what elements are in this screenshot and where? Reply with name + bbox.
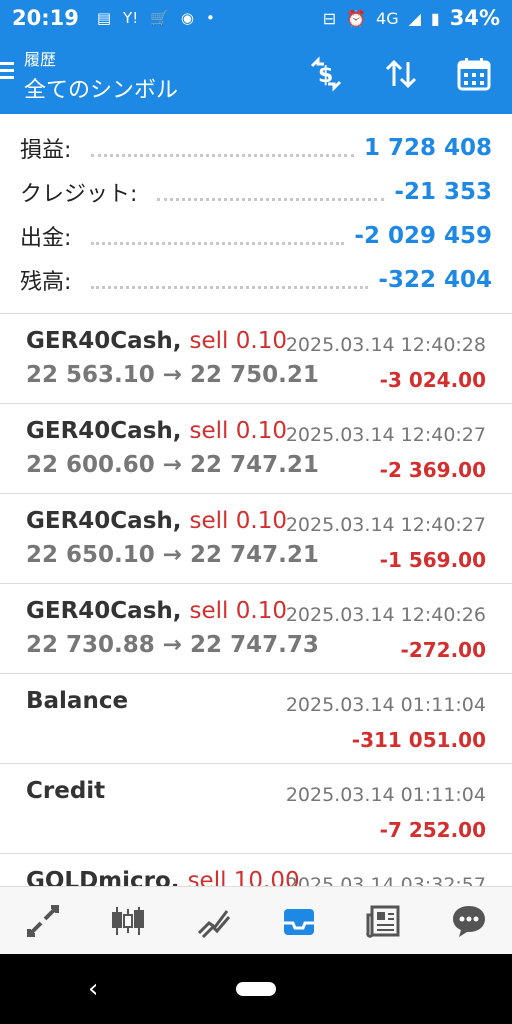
summary-value: -21 353 — [394, 179, 492, 205]
list-item[interactable]: Credit 2025.03.14 01:11:04 -7 252.00 — [0, 764, 512, 854]
deal-symbol: Credit — [26, 778, 106, 804]
deal-symbol: GER40Cash, — [26, 508, 182, 534]
summary-value: -322 404 — [378, 267, 492, 293]
deal-prices: 22 563.10 → 22 750.21 — [26, 362, 319, 388]
deal-profit: -1 569.00 — [379, 548, 486, 572]
chat-icon[interactable] — [445, 897, 493, 945]
alarm-icon: ⏰ — [346, 8, 367, 28]
deal-time: 2025.03.14 01:11:04 — [285, 784, 486, 806]
cart-icon: 🛒 — [150, 9, 169, 27]
deal-symbol: GOLDmicro, — [26, 868, 180, 886]
signal-icon: ◢ — [408, 8, 421, 28]
deal-time: 2025.03.14 12:40:28 — [285, 334, 486, 356]
sort-icon[interactable] — [381, 54, 421, 94]
deal-list[interactable]: GER40Cash, sell 0.10 22 563.10 → 22 750.… — [0, 314, 512, 886]
deal-time: 2025.03.14 12:40:27 — [285, 514, 486, 536]
deal-prices: 22 730.88 → 22 747.73 — [26, 632, 319, 658]
deal-profit: -2 369.00 — [379, 458, 486, 482]
app-bar: 履歴 全てのシンボル $ — [0, 36, 512, 114]
deal-symbol: Balance — [26, 688, 129, 714]
deal-profit: -7 252.00 — [379, 818, 486, 842]
summary-withdrawal-row: 出金: -2 029 459 — [20, 216, 492, 256]
home-pill[interactable] — [236, 982, 276, 996]
battery-icon: ▮ — [430, 8, 440, 28]
deal-prices: 22 650.10 → 22 747.21 — [26, 542, 319, 568]
quotes-icon[interactable] — [19, 897, 67, 945]
chart-icon[interactable] — [104, 897, 152, 945]
bottom-nav — [0, 886, 512, 954]
summary-balance-row: 残高: -322 404 — [20, 260, 492, 300]
summary-value: 1 728 408 — [363, 135, 492, 161]
summary-label: 残高: — [20, 270, 72, 295]
list-item[interactable]: GER40Cash, sell 0.10 22 650.10 → 22 747.… — [0, 494, 512, 584]
deal-profit: -311 051.00 — [351, 728, 486, 752]
currency-swap-icon[interactable]: $ — [306, 54, 346, 94]
summary-label: 出金: — [20, 226, 72, 251]
summary-panel: 損益: 1 728 408 クレジット: -21 353 出金: -2 029 … — [0, 114, 512, 314]
dotted-leader — [91, 241, 345, 245]
chrome-icon: ◉ — [180, 9, 195, 27]
news-icon[interactable] — [360, 897, 408, 945]
page-subtitle: 履歴 — [24, 50, 57, 69]
page-title[interactable]: 全てのシンボル — [24, 72, 178, 104]
summary-label: 損益: — [20, 138, 72, 163]
deal-time: 2025.03.14 01:11:04 — [285, 694, 486, 716]
list-item[interactable]: GER40Cash, sell 0.10 22 730.88 → 22 747.… — [0, 584, 512, 674]
dotted-leader — [157, 197, 385, 201]
system-nav-bar: ‹ — [0, 954, 512, 1024]
battery-level: 34% — [449, 6, 500, 30]
deal-side: sell 0.10 — [189, 418, 287, 444]
deal-time: 2025.03.14 12:40:26 — [285, 604, 486, 626]
yahoo-icon: Y! — [123, 9, 139, 27]
deal-side: sell 0.10 — [189, 598, 287, 624]
deal-symbol: GER40Cash, — [26, 418, 182, 444]
cast-icon: ⊟ — [322, 8, 337, 28]
summary-value: -2 029 459 — [354, 223, 492, 249]
calendar-icon[interactable] — [454, 54, 494, 94]
summary-credit-row: クレジット: -21 353 — [20, 172, 492, 212]
deal-time: 2025.03.14 03:32:57 — [285, 874, 486, 886]
list-item[interactable]: Balance 2025.03.14 01:11:04 -311 051.00 — [0, 674, 512, 764]
dotted-leader — [91, 153, 354, 157]
network-4g-icon: 4G — [376, 8, 399, 28]
history-icon[interactable] — [275, 897, 323, 945]
notification-icon: ▤ — [96, 9, 112, 27]
list-item[interactable]: GER40Cash, sell 0.10 22 600.60 → 22 747.… — [0, 404, 512, 494]
list-item[interactable]: GOLDmicro, sell 10.00 2025.03.14 03:32:5… — [0, 854, 512, 886]
menu-icon[interactable] — [0, 60, 18, 88]
back-icon[interactable]: ‹ — [88, 974, 98, 1004]
summary-label: クレジット: — [20, 182, 138, 207]
dotted-leader — [91, 285, 369, 289]
deal-symbol: GER40Cash, — [26, 328, 182, 354]
summary-profit-row: 損益: 1 728 408 — [20, 128, 492, 168]
list-item[interactable]: GER40Cash, sell 0.10 22 563.10 → 22 750.… — [0, 314, 512, 404]
deal-side: sell 0.10 — [189, 328, 287, 354]
status-time: 20:19 — [12, 6, 79, 30]
deal-side: sell 10.00 — [187, 868, 300, 886]
deal-time: 2025.03.14 12:40:27 — [285, 424, 486, 446]
trade-icon[interactable] — [189, 897, 237, 945]
status-bar: 20:19 ▤ Y! 🛒 ◉ • ⊟ ⏰ 4G ◢ ▮ 34% — [0, 0, 512, 36]
deal-prices: 22 600.60 → 22 747.21 — [26, 452, 319, 478]
deal-profit: -272.00 — [400, 638, 486, 662]
dot-icon: • — [206, 9, 215, 27]
deal-side: sell 0.10 — [189, 508, 287, 534]
deal-symbol: GER40Cash, — [26, 598, 182, 624]
deal-profit: -3 024.00 — [379, 368, 486, 392]
